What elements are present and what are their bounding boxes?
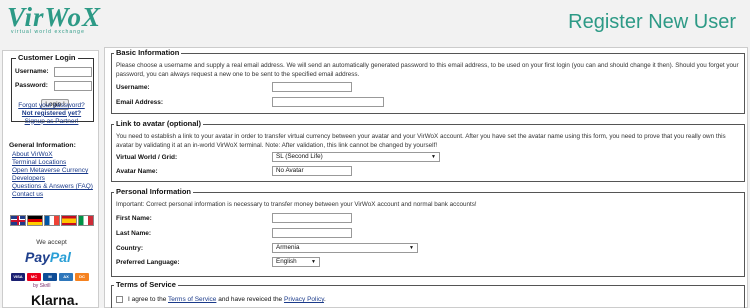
email-label: Email Address: — [116, 99, 164, 106]
english-flag-icon[interactable] — [10, 215, 26, 226]
personal-info-legend: Personal Information — [114, 187, 194, 196]
login-links: Forgot your password? Not registered yet… — [3, 102, 100, 125]
username-label: Username: — [116, 84, 150, 91]
basic-info-section: Basic Information Please choose a userna… — [111, 48, 745, 114]
email-input[interactable] — [272, 97, 384, 107]
language-label: Preferred Language: — [116, 259, 180, 266]
last-name-input[interactable] — [272, 228, 352, 238]
avatar-legend: Link to avatar (optional) — [114, 119, 204, 128]
basic-info-text: Please choose a username and supply a re… — [116, 62, 739, 78]
tos-legend: Terms of Service — [114, 280, 178, 289]
card-logos: VISA MC M AX DC — [11, 273, 89, 281]
tos-section: Terms of Service I agree to the Terms of… — [111, 280, 745, 308]
avatar-name-label: Avatar Name: — [116, 168, 158, 175]
tos-text-a: I agree to the — [128, 296, 168, 303]
avatar-name-input[interactable]: No Avatar — [272, 166, 352, 176]
avatar-section: Link to avatar (optional) You need to es… — [111, 119, 745, 182]
page-title: Register New User — [568, 11, 736, 33]
developers-link[interactable]: Developers — [12, 175, 93, 183]
paypal-pal: Pal — [49, 249, 71, 265]
language-flags — [10, 215, 94, 226]
tos-text: I agree to the Terms of Service and have… — [128, 296, 326, 303]
we-accept-label: We accept — [36, 239, 67, 246]
country-label: Country: — [116, 245, 144, 252]
klarna-logo: Klarna. — [31, 292, 79, 308]
chevron-down-icon: ▼ — [409, 245, 414, 251]
first-name-label: First Name: — [116, 215, 152, 222]
world-select[interactable]: SL (Second Life) ▼ — [272, 152, 440, 162]
maestro-icon: M — [43, 273, 57, 281]
country-select[interactable]: Armenia ▼ — [272, 243, 418, 253]
password-input[interactable] — [54, 81, 92, 91]
terms-link[interactable]: Terms of Service — [168, 296, 216, 303]
skrill-label: by Skrill — [33, 283, 51, 289]
spanish-flag-icon[interactable] — [61, 215, 77, 226]
header: VirWoX virtual world exchange Register N… — [0, 0, 750, 44]
first-name-input[interactable] — [272, 213, 352, 223]
mastercard-icon: MC — [27, 273, 41, 281]
virwox-logo[interactable]: VirWoX virtual world exchange — [7, 3, 101, 35]
visa-icon: VISA — [11, 273, 25, 281]
german-flag-icon[interactable] — [27, 215, 43, 226]
language-value: English — [276, 258, 297, 265]
world-label: Virtual World / Grid: — [116, 154, 178, 161]
paypal-pay: Pay — [25, 249, 50, 265]
personal-info-text: Important: Correct personal information … — [116, 201, 477, 208]
country-value: Armenia — [276, 244, 300, 251]
paypal-logo: PayPal — [25, 249, 71, 265]
italian-flag-icon[interactable] — [78, 215, 94, 226]
general-info-title: General Information: — [9, 142, 76, 149]
world-value: SL (Second Life) — [276, 153, 323, 160]
login-legend: Customer Login — [16, 53, 78, 62]
personal-info-section: Personal Information Important: Correct … — [111, 187, 745, 277]
privacy-link[interactable]: Privacy Policy — [284, 296, 324, 303]
username-label: Username: — [15, 68, 49, 75]
forgot-password-link[interactable]: Forgot your password? — [3, 102, 100, 110]
terminal-locations-link[interactable]: Terminal Locations — [12, 159, 93, 167]
language-select[interactable]: English ▼ — [272, 257, 320, 267]
password-label: Password: — [15, 82, 48, 89]
diners-icon: DC — [75, 273, 89, 281]
amex-icon: AX — [59, 273, 73, 281]
registration-form: Basic Information Please choose a userna… — [104, 47, 748, 308]
about-link[interactable]: About VirWoX — [12, 151, 93, 159]
signup-partner-link[interactable]: Signup as Partner! — [3, 118, 100, 126]
general-info-links: About VirWoX Terminal Locations Open Met… — [12, 151, 93, 199]
tos-text-c: . — [323, 296, 326, 303]
contact-link[interactable]: Contact us — [12, 191, 93, 199]
username-input[interactable] — [272, 82, 352, 92]
username-input[interactable] — [54, 67, 92, 77]
french-flag-icon[interactable] — [44, 215, 60, 226]
tos-text-b: and have reveiced the — [216, 296, 284, 303]
avatar-text: You need to establish a link to your ava… — [116, 133, 726, 149]
faq-link[interactable]: Questions & Answers (FAQ) — [12, 183, 93, 191]
sidebar: Customer Login Username: Password: Login… — [2, 50, 99, 308]
logo-text: VirWoX — [7, 2, 102, 32]
chevron-down-icon: ▼ — [431, 154, 436, 160]
tos-checkbox[interactable] — [116, 296, 123, 303]
basic-info-legend: Basic Information — [114, 48, 182, 57]
open-metaverse-link[interactable]: Open Metaverse Currency — [12, 167, 93, 175]
not-registered-link[interactable]: Not registered yet? — [3, 110, 100, 118]
last-name-label: Last Name: — [116, 230, 152, 237]
chevron-down-icon: ▼ — [311, 259, 316, 265]
